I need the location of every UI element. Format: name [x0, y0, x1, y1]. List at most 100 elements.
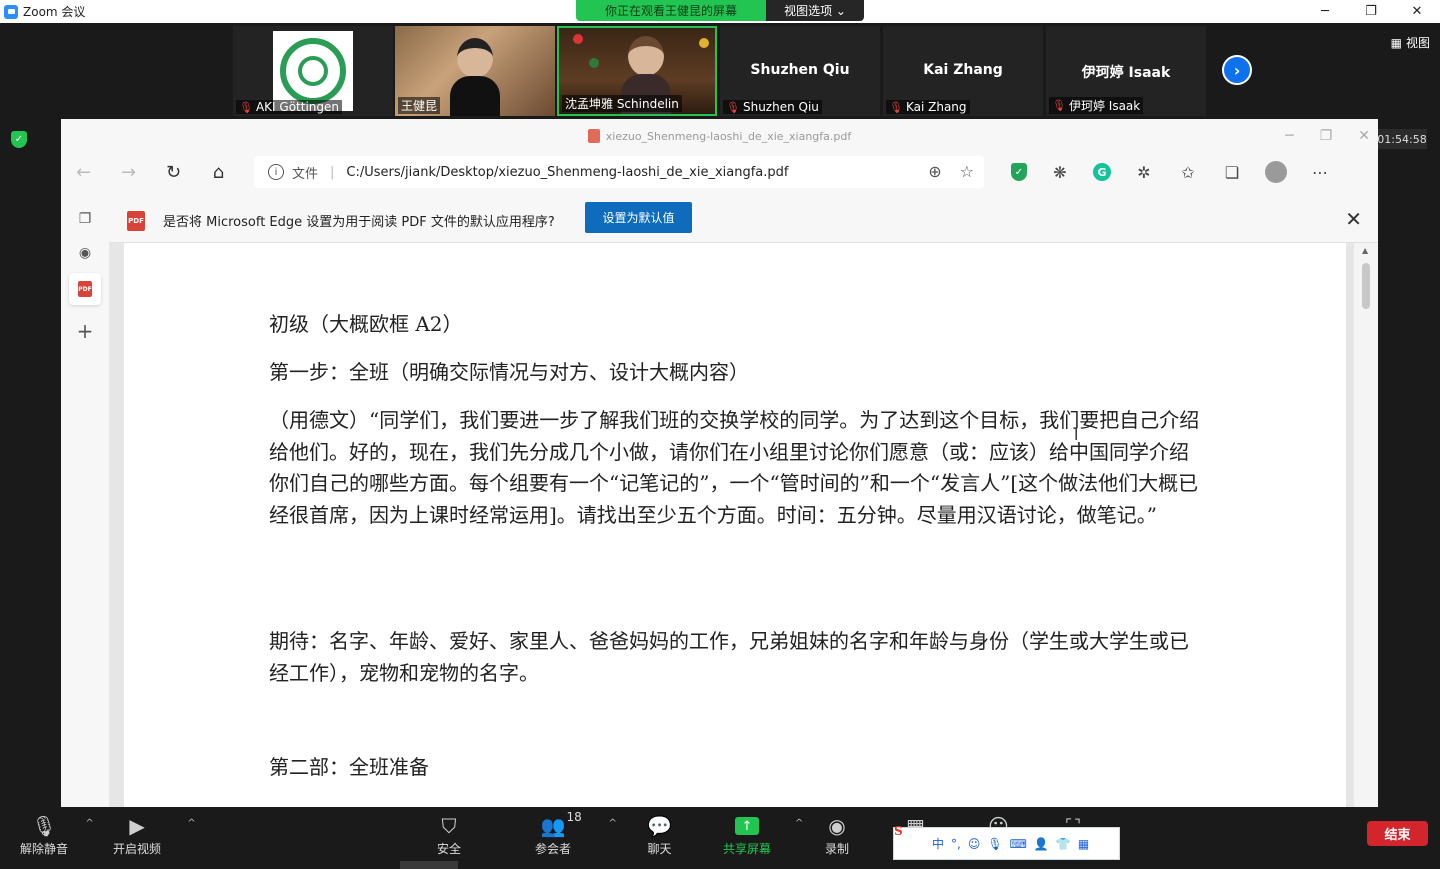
taskbar-highlight [400, 861, 458, 869]
refresh-icon[interactable]: ↻ [151, 162, 196, 183]
text-cursor-icon: I [1074, 426, 1079, 444]
grid-icon: ▦ [1390, 35, 1402, 50]
chevron-up-icon[interactable]: ^ [187, 818, 195, 829]
participant-name: 王健昆 [398, 97, 441, 114]
video-tile-active-speaker[interactable]: 沈孟坤雅 Schindelin [557, 26, 717, 116]
punctuation-icon[interactable]: °, [951, 837, 961, 851]
video-tile[interactable]: 🎙 AKI Göttingen [233, 26, 393, 116]
emoji-icon[interactable]: ☺ [968, 837, 981, 851]
edge-window: xiezuo_Shenmeng-laoshi_de_xie_xiangfa.pd… [61, 119, 1378, 807]
default-app-notification: PDF 是否将 Microsoft Edge 设置为用于阅读 PDF 文件的默认… [109, 199, 1378, 243]
start-video-button[interactable]: ▶ ^ 开启视频 [113, 812, 196, 862]
next-page-arrow-icon[interactable]: › [1222, 55, 1252, 85]
participant-display-name: Kai Zhang [923, 62, 1003, 78]
pdf-paragraph-expectation: 期待：名字、年龄、爱好、家里人、爸爸妈妈的工作，兄弟姐妹的名字和年龄与身份（学生… [269, 629, 1189, 685]
add-tab-icon[interactable]: + [75, 319, 95, 343]
voice-icon[interactable]: 🎙 [987, 837, 1002, 851]
back-arrow-icon[interactable]: ← [61, 162, 106, 183]
end-meeting-button[interactable]: 结束 [1367, 821, 1428, 846]
address-scheme-label: 文件 [292, 166, 319, 182]
participant-name: 🎙 Kai Zhang [886, 100, 970, 114]
close-icon[interactable]: ✕ [1394, 0, 1440, 23]
chevron-up-icon[interactable]: ^ [85, 818, 93, 829]
window-controls: ─ ❐ ✕ [1302, 0, 1440, 23]
add-favorite-icon[interactable]: ☆ [960, 162, 974, 181]
edge-window-controls: ─ ❐ ✕ [1285, 119, 1370, 153]
record-icon: ◉ [828, 814, 846, 838]
extension-icon[interactable]: ❋ [1049, 161, 1071, 183]
profile-avatar-icon[interactable] [1265, 161, 1287, 183]
address-actions: ⊕ ☆ [928, 162, 974, 181]
participant-name: 🎙 Shuzhen Qiu [723, 100, 822, 114]
keyboard-icon[interactable]: ⌨ [1010, 837, 1027, 851]
meeting-timer: 01:54:58 [1377, 129, 1427, 149]
close-icon[interactable]: ✕ [1358, 128, 1370, 144]
view-options-button[interactable]: 视图选项 ⌄ [766, 0, 864, 21]
minimize-icon[interactable]: ─ [1285, 128, 1293, 144]
participant-figure [450, 38, 500, 116]
ime-language[interactable]: 中 [932, 835, 944, 852]
participants-icon: 👥 18 ^ [540, 810, 617, 838]
address-divider: | [330, 164, 335, 180]
pdf-step-one: 第一步：全班（明确交际情况与对方、设计大概内容） [269, 360, 749, 384]
share-screen-icon: ↑ ^ [735, 812, 803, 840]
video-tile[interactable]: Kai Zhang 🎙 Kai Zhang [883, 26, 1043, 116]
pdf-heading-level: 初级（大概欧框 A2） [269, 312, 463, 336]
chevron-up-icon[interactable]: ^ [609, 818, 617, 829]
pdf-page: 初级（大概欧框 A2） 第一步：全班（明确交际情况与对方、设计大概内容） （用德… [124, 243, 1346, 807]
minimize-icon[interactable]: ─ [1302, 0, 1348, 23]
unmute-button[interactable]: 🎙 ^ 解除静音 [20, 812, 94, 862]
participant-display-name: 伊珂婷 Isaak [1081, 65, 1171, 81]
restore-icon[interactable]: ❐ [1348, 0, 1394, 23]
ime-toolbar[interactable]: S 中 °, ☺ 🎙 ⌨ 👤 👕 ▦ [893, 824, 1120, 860]
edge-titlebar: xiezuo_Shenmeng-laoshi_de_xie_xiangfa.pd… [61, 119, 1378, 153]
forward-arrow-icon[interactable]: → [106, 162, 151, 183]
home-icon[interactable]: ⌂ [196, 162, 241, 183]
zoom-app-icon [4, 4, 18, 19]
collections-icon[interactable]: ❏ [1221, 161, 1243, 183]
participants-button[interactable]: 👥 18 ^ 参会者 [535, 810, 617, 862]
skin-icon[interactable]: 👕 [1056, 837, 1071, 851]
participant-display-name: Shuzhen Qiu [750, 62, 850, 78]
more-menu-icon[interactable]: ⋯ [1309, 161, 1331, 183]
video-tile[interactable]: Shuzhen Qiu 🎙 Shuzhen Qiu [720, 26, 880, 116]
grammarly-icon[interactable]: G [1093, 163, 1111, 181]
close-icon[interactable]: ✕ [1345, 207, 1362, 231]
record-button[interactable]: ◉ 录制 [825, 812, 849, 862]
view-button[interactable]: ▦ 视图 [1391, 34, 1430, 51]
video-tile[interactable]: 伊珂婷 Isaak 🎙 伊珂婷 Isaak [1046, 26, 1206, 116]
address-bar[interactable]: i 文件 | C:/Users/jiank/Desktop/xiezuo_She… [254, 156, 984, 188]
restore-icon[interactable]: ❐ [1320, 128, 1333, 144]
video-off-icon: ▶ ^ [129, 814, 196, 838]
set-default-button[interactable]: 设置为默认值 [585, 202, 692, 233]
mic-muted-icon: 🎙 [1052, 99, 1066, 112]
video-tile[interactable]: 王健昆 [395, 26, 555, 116]
scroll-thumb[interactable] [1362, 263, 1370, 309]
chevron-up-icon[interactable]: ^ [795, 818, 803, 829]
pdf-file-icon [587, 129, 600, 143]
ornament-icon [573, 34, 583, 44]
security-shield-icon[interactable]: ✓ [11, 131, 27, 148]
pdf-tab-icon[interactable]: PDF [69, 273, 101, 305]
participant-name: 🎙 AKI Göttingen [236, 100, 342, 114]
scroll-up-icon[interactable]: ▲ [1362, 246, 1368, 255]
info-icon[interactable]: i [268, 164, 284, 180]
puzzle-extensions-icon[interactable]: ✲ [1133, 161, 1155, 183]
toolbox-icon[interactable]: ▦ [1078, 837, 1089, 851]
address-url[interactable]: C:/Users/jiank/Desktop/xiezuo_Shenmeng-l… [346, 165, 788, 180]
chat-button[interactable]: 💬 聊天 [647, 812, 672, 862]
security-button[interactable]: ⛉ 安全 [437, 812, 461, 862]
zoom-in-icon[interactable]: ⊕ [928, 162, 941, 181]
notification-message: 是否将 Microsoft Edge 设置为用于阅读 PDF 文件的默认应用程序… [163, 215, 555, 230]
pdf-scrollbar[interactable]: ▲ [1354, 243, 1378, 807]
tab-title: xiezuo_Shenmeng-laoshi_de_xie_xiangfa.pd… [605, 129, 852, 143]
participant-name: 沈孟坤雅 Schindelin [562, 95, 682, 112]
user-icon[interactable]: 👤 [1034, 837, 1049, 851]
sogou-logo-icon: S [894, 824, 903, 838]
video-strip: 🎙 AKI Göttingen 王健昆 沈孟坤雅 Schindelin Shuzh… [0, 23, 1440, 119]
favorites-icon[interactable]: ✩ [1177, 161, 1199, 183]
share-screen-button[interactable]: ↑ ^ 共享屏幕 [723, 812, 803, 862]
shield-extension-icon[interactable]: ✓ [1011, 163, 1027, 181]
workspace-icon[interactable]: ◉ [75, 243, 95, 263]
tab-actions-icon[interactable]: ❐ [75, 209, 95, 229]
